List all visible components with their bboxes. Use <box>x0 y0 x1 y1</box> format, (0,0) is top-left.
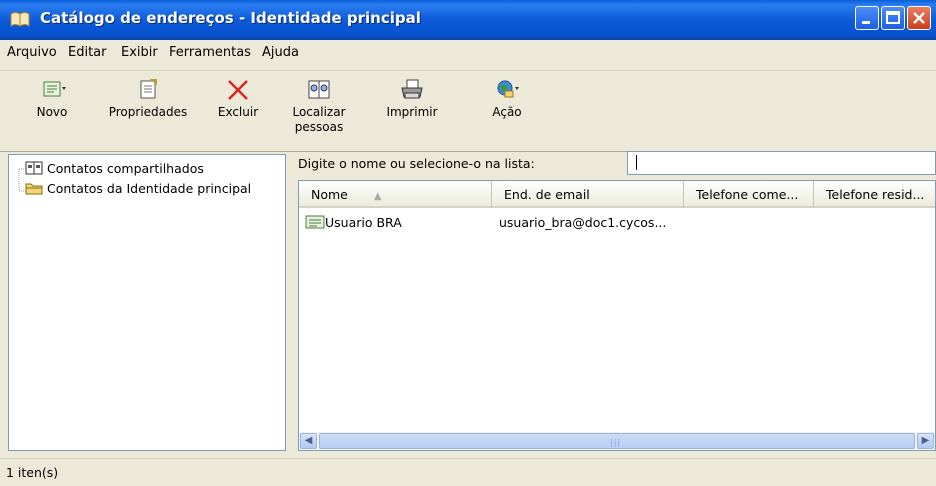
folder-icon <box>25 183 43 195</box>
search-input[interactable] <box>627 151 936 175</box>
maximize-icon <box>886 11 900 24</box>
horizontal-scrollbar[interactable]: ◀ ||| ▶ <box>299 432 935 450</box>
shared-contacts-book-icon <box>25 161 43 175</box>
toolbar: Novo Propriedades Excluir Localizar pess… <box>0 71 936 152</box>
tree-item-label: Contatos compartilhados <box>47 160 204 176</box>
folder-tree: Contatos compartilhados Contatos da Iden… <box>8 154 286 451</box>
new-contact-icon <box>43 81 66 97</box>
scroll-left-button[interactable]: ◀ <box>300 433 317 449</box>
close-button[interactable] <box>907 6 931 30</box>
new-button[interactable]: Novo <box>28 79 76 120</box>
status-bar: 1 iten(s) <box>0 458 936 486</box>
grip-icon: ||| <box>610 438 622 447</box>
properties-button[interactable]: Propriedades <box>103 79 193 120</box>
column-header-label: Telefone resid... <box>826 187 925 202</box>
menu-bar: Arquivo Editar Exibir Ferramentas Ajuda <box>0 40 936 71</box>
contacts-list[interactable]: Nome ▲ End. de email Telefone come... Te… <box>298 180 936 451</box>
print-button[interactable]: Imprimir <box>380 79 444 120</box>
minimize-button[interactable] <box>855 6 879 30</box>
column-header-business-phone[interactable]: Telefone come... <box>684 181 814 208</box>
delete-label: Excluir <box>217 105 259 119</box>
new-label: Novo <box>36 105 68 119</box>
contact-email: usuario_bra@doc1.cycos... <box>499 215 667 230</box>
title-bar[interactable]: Catálogo de endereços - Identidade princ… <box>0 0 936 40</box>
text-caret <box>636 155 637 170</box>
address-book-icon <box>10 12 30 27</box>
column-header-label: Nome <box>311 187 348 202</box>
status-text: 1 iten(s) <box>6 465 59 480</box>
menu-exibir[interactable]: Exibir <box>121 45 158 60</box>
print-label: Imprimir <box>386 105 438 119</box>
contact-card-icon <box>305 215 325 229</box>
find-people-button[interactable]: Localizar pessoas <box>289 79 349 135</box>
tree-item-shared-contacts[interactable]: Contatos compartilhados <box>25 160 204 176</box>
delete-button[interactable]: Excluir <box>212 79 264 120</box>
column-header-label: End. de email <box>504 187 590 202</box>
minimize-icon <box>862 21 870 24</box>
menu-arquivo[interactable]: Arquivo <box>7 45 57 60</box>
maximize-button[interactable] <box>881 6 905 30</box>
scroll-thumb[interactable]: ||| <box>319 433 915 449</box>
action-button[interactable]: Ação <box>480 79 534 120</box>
sort-ascending-icon: ▲ <box>373 191 382 202</box>
contact-name: Usuario BRA <box>325 214 402 230</box>
list-item[interactable]: Usuario BRA <box>305 212 402 232</box>
column-header-label: Telefone come... <box>696 187 799 202</box>
find-people-label-line1: Localizar <box>292 105 346 119</box>
window-title: Catálogo de endereços - Identidade princ… <box>40 9 421 27</box>
close-icon <box>913 12 925 24</box>
column-header-email[interactable]: End. de email <box>492 181 684 208</box>
menu-ferramentas[interactable]: Ferramentas <box>169 45 251 60</box>
menu-editar[interactable]: Editar <box>68 45 107 60</box>
scroll-right-button[interactable]: ▶ <box>917 433 934 449</box>
action-globe-icon <box>497 80 519 98</box>
action-label: Ação <box>492 105 522 119</box>
column-header-home-phone[interactable]: Telefone resid... <box>814 181 935 208</box>
find-people-icon <box>308 80 330 99</box>
column-header-name[interactable]: Nome ▲ <box>299 181 492 208</box>
printer-icon <box>401 79 423 99</box>
menu-ajuda[interactable]: Ajuda <box>262 45 299 60</box>
search-label: Digite o nome ou selecione-o na lista: <box>298 156 535 171</box>
tree-item-label: Contatos da Identidade principal <box>47 180 252 196</box>
properties-label: Propriedades <box>108 105 188 119</box>
find-people-label-line2: pessoas <box>294 120 344 134</box>
properties-icon <box>140 79 157 99</box>
chevron-right-icon: ▶ <box>921 435 930 446</box>
tree-item-main-identity-contacts[interactable]: Contatos da Identidade principal <box>25 180 251 196</box>
delete-x-icon <box>228 80 248 100</box>
chevron-left-icon: ◀ <box>304 435 313 446</box>
